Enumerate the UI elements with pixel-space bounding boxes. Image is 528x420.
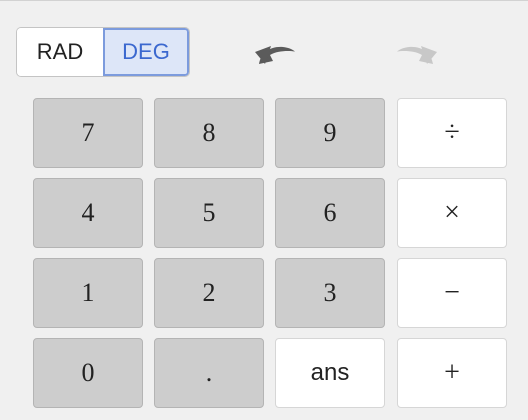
key-6[interactable]: 6: [275, 178, 385, 248]
subtract-button[interactable]: −: [397, 258, 507, 328]
divide-button[interactable]: ÷: [397, 98, 507, 168]
key-0[interactable]: 0: [33, 338, 143, 408]
redo-arrow-icon: [397, 46, 437, 64]
redo-button[interactable]: [393, 35, 443, 69]
calculator-keypad-panel: RAD DEG 7 8 9 ÷ 4 5 6 × 1 2 3 − 0 . ans …: [0, 0, 528, 420]
angle-mode-toggle: RAD DEG: [16, 27, 190, 77]
key-3[interactable]: 3: [275, 258, 385, 328]
key-1[interactable]: 1: [33, 258, 143, 328]
key-9[interactable]: 9: [275, 98, 385, 168]
key-2[interactable]: 2: [154, 258, 264, 328]
rad-mode-button[interactable]: RAD: [17, 28, 103, 76]
undo-arrow-icon: [255, 46, 295, 64]
decimal-point-button[interactable]: .: [154, 338, 264, 408]
multiply-button[interactable]: ×: [397, 178, 507, 248]
ans-button[interactable]: ans: [275, 338, 385, 408]
deg-mode-button[interactable]: DEG: [103, 28, 189, 76]
key-8[interactable]: 8: [154, 98, 264, 168]
key-7[interactable]: 7: [33, 98, 143, 168]
key-5[interactable]: 5: [154, 178, 264, 248]
add-button[interactable]: +: [397, 338, 507, 408]
undo-button[interactable]: [249, 35, 299, 69]
key-4[interactable]: 4: [33, 178, 143, 248]
